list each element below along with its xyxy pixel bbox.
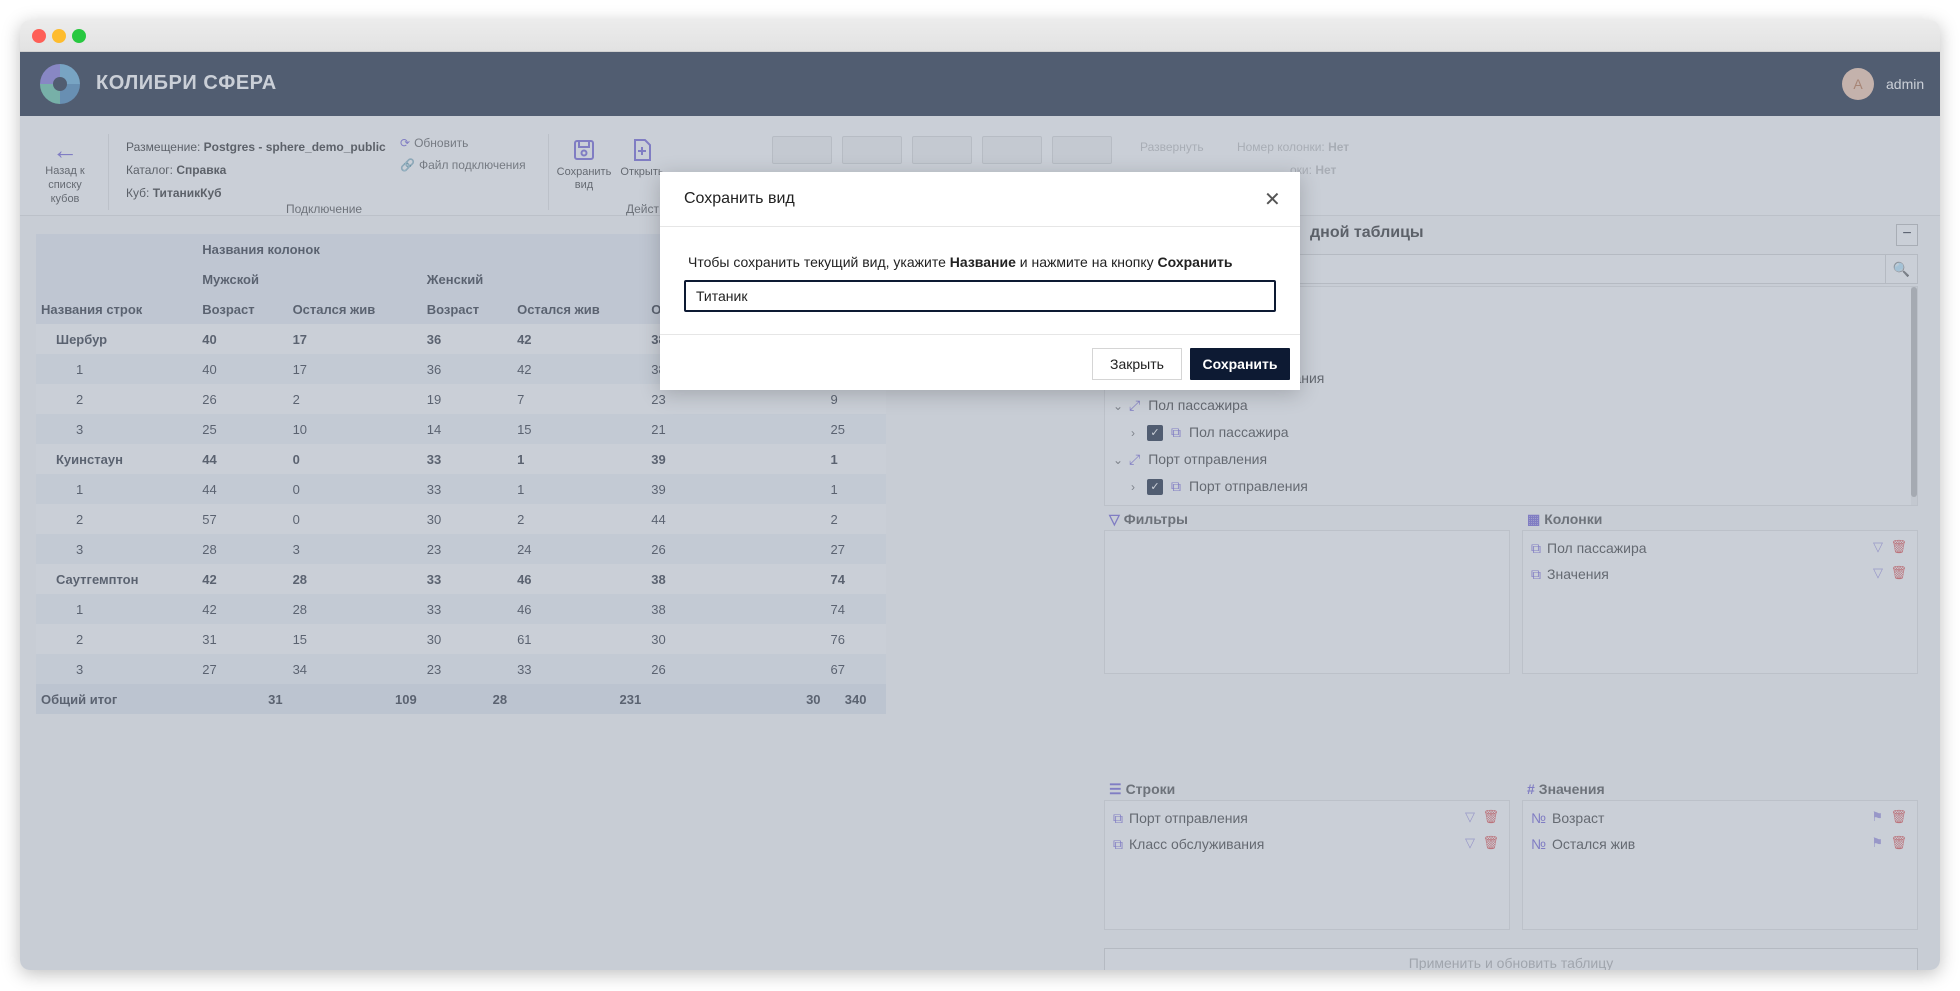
minimize-window-button[interactable] (52, 29, 66, 43)
divider (660, 226, 1300, 227)
save-button[interactable]: Сохранить (1190, 348, 1290, 380)
view-name-input[interactable] (684, 280, 1276, 312)
maximize-window-button[interactable] (72, 29, 86, 43)
dialog-title: Сохранить вид (684, 190, 795, 207)
close-icon[interactable]: ✕ (1264, 190, 1281, 210)
instructions-text: Чтобы сохранить текущий вид, укажите (688, 254, 950, 270)
app-window: КОЛИБРИ СФЕРА A admin ← Назад к списку к… (20, 20, 1940, 970)
close-window-button[interactable] (32, 29, 46, 43)
dialog-instructions: Чтобы сохранить текущий вид, укажите Наз… (688, 254, 1233, 270)
instructions-name-word: Название (949, 254, 1016, 270)
instructions-text: и нажмите на кнопку (1015, 254, 1158, 270)
save-view-dialog: Сохранить вид ✕ Чтобы сохранить текущий … (660, 172, 1300, 390)
close-button[interactable]: Закрыть (1092, 348, 1182, 380)
divider (660, 334, 1300, 335)
window-titlebar (20, 20, 1940, 52)
instructions-save-word: Сохранить (1157, 254, 1233, 270)
